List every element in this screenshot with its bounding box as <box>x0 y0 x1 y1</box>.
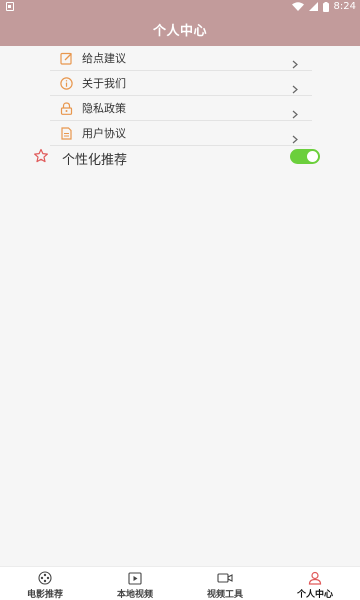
toggle-knob <box>307 151 318 162</box>
star-icon <box>33 148 49 168</box>
signal-icon <box>308 2 318 11</box>
personalized-recommendation-row: 个性化推荐 <box>0 146 360 168</box>
status-bar: 8:24 <box>0 0 360 15</box>
menu-item-about[interactable]: 关于我们 <box>50 71 312 96</box>
bottom-tab-bar: 电影推荐 本地视频 视频工具 个人中心 <box>0 566 360 600</box>
menu-item-feedback[interactable]: 给点建议 <box>50 46 312 71</box>
video-file-icon <box>128 571 142 585</box>
menu-item-privacy[interactable]: 隐私政策 <box>50 96 312 121</box>
tab-label: 本地视频 <box>116 590 153 600</box>
personalized-label: 个性化推荐 <box>62 153 128 168</box>
menu-item-label: 关于我们 <box>82 77 126 90</box>
tab-label: 个人中心 <box>296 590 333 600</box>
video-camera-icon <box>217 571 233 585</box>
clock: 8:24 <box>333 1 356 12</box>
menu-item-user-agreement[interactable]: 用户协议 <box>50 121 312 146</box>
personalized-toggle[interactable] <box>290 149 320 164</box>
wifi-icon <box>291 2 304 11</box>
tab-label: 视频工具 <box>206 590 243 600</box>
info-icon <box>59 76 73 90</box>
document-icon <box>59 126 73 140</box>
tab-video-tools[interactable]: 视频工具 <box>180 567 270 600</box>
tab-movie-recommend[interactable]: 电影推荐 <box>0 567 90 600</box>
app-header: 8:24 个人中心 <box>0 0 360 46</box>
lock-icon <box>59 101 73 115</box>
film-reel-icon <box>38 571 52 585</box>
menu-item-label: 用户协议 <box>82 127 126 140</box>
menu-item-label: 隐私政策 <box>82 102 126 115</box>
tab-label: 电影推荐 <box>26 590 63 600</box>
menu-item-label: 给点建议 <box>82 52 126 65</box>
person-icon <box>308 571 322 585</box>
settings-menu: 给点建议 关于我们 隐私政策 用户协议 <box>50 46 312 146</box>
edit-icon <box>59 51 73 65</box>
battery-icon <box>322 1 329 12</box>
notification-icon <box>6 2 14 11</box>
tab-local-video[interactable]: 本地视频 <box>90 567 180 600</box>
tab-personal-center[interactable]: 个人中心 <box>270 567 360 600</box>
page-title: 个人中心 <box>152 24 207 39</box>
